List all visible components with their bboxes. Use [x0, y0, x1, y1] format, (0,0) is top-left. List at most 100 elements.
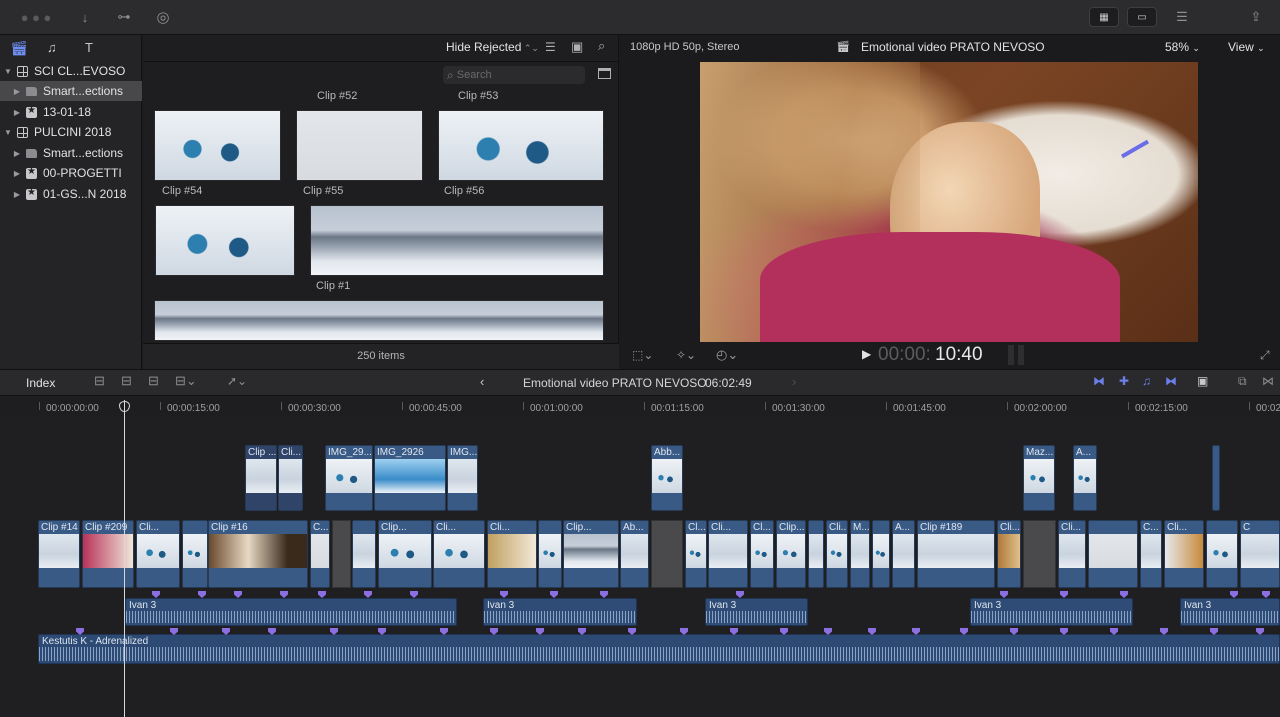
storyline-clip[interactable]: Ab... [620, 520, 649, 588]
storyline-clip[interactable]: Clip... [776, 520, 806, 588]
storyline-clip[interactable]: Cl... [750, 520, 774, 588]
overwrite-edit-icon[interactable]: ⊟⌄ [175, 373, 197, 389]
storyline-clip[interactable] [1088, 520, 1138, 588]
disclosure-closed-icon[interactable]: ▶ [12, 169, 22, 178]
storyline-clip[interactable]: Cli... [487, 520, 537, 588]
audio-clip[interactable]: Ivan 3 [483, 598, 637, 626]
marker[interactable] [198, 591, 206, 598]
storyline-clip[interactable]: Clip #189 [917, 520, 995, 588]
photos-audio-icon[interactable]: ♫ [47, 40, 67, 56]
gap-clip[interactable] [651, 520, 683, 588]
disclosure-open-icon[interactable]: ▼ [3, 128, 13, 137]
keyword-icon[interactable]: ⊶ [112, 7, 136, 27]
enhance-icon[interactable]: ✧⌄ [676, 348, 696, 362]
marker[interactable] [1000, 591, 1008, 598]
clip-filmstrip[interactable] [154, 300, 604, 341]
marker[interactable] [500, 591, 508, 598]
connected-clip[interactable]: Abb... [651, 445, 683, 511]
gap-clip[interactable] [332, 520, 351, 588]
traffic-lights[interactable]: ● ● ● [8, 7, 64, 27]
storyline-clip[interactable]: M... [850, 520, 870, 588]
connected-clip[interactable] [1212, 445, 1220, 511]
timeline-ruler[interactable]: 00:00:00:00 00:00:15:00 00:00:30:00 00:0… [0, 396, 1280, 416]
storyline-clip[interactable] [538, 520, 562, 588]
zoom-popup[interactable]: 58% ⌄ [1165, 40, 1200, 54]
storyline-clip[interactable]: Clip #16 [208, 520, 308, 588]
sidebar-item-01-gs[interactable]: ▶ 01-GS...N 2018 [0, 184, 142, 204]
storyline-clip[interactable]: Clip... [378, 520, 432, 588]
solo-icon[interactable]: ♫ [1142, 374, 1151, 388]
storyline-clip[interactable] [872, 520, 890, 588]
marker[interactable] [600, 591, 608, 598]
storyline-clip[interactable]: Cli... [433, 520, 485, 588]
connected-clip[interactable]: Maz... [1023, 445, 1055, 511]
list-view-icon[interactable]: ☰ [545, 40, 556, 54]
connected-clip[interactable]: IMG... [447, 445, 478, 511]
snapping-icon[interactable]: ⧓ [1165, 374, 1177, 388]
retime-icon[interactable]: ◴⌄ [716, 347, 738, 363]
connected-clip[interactable]: Clip ... [245, 445, 277, 511]
audio-clip[interactable]: Ivan 3 [125, 598, 457, 626]
storyline-clip[interactable]: Cli... [708, 520, 748, 588]
storyline-clip[interactable]: Clip #209 [82, 520, 134, 588]
storyline-clip[interactable]: Clip... [563, 520, 619, 588]
marker[interactable] [364, 591, 372, 598]
sidebar-item-smart-collections[interactable]: ▶ Smart...ections [0, 81, 142, 101]
background-tasks-icon[interactable]: ◎ [152, 7, 174, 27]
storyline-clip[interactable] [1206, 520, 1238, 588]
disclosure-closed-icon[interactable]: ▶ [12, 149, 22, 158]
sidebar-item-00-progetti[interactable]: ▶ 00-PROGETTI [0, 163, 142, 183]
storyline-clip[interactable]: Cli... [997, 520, 1021, 588]
marker[interactable] [1230, 591, 1238, 598]
marker[interactable] [280, 591, 288, 598]
filter-popup[interactable]: Hide Rejected ⌃⌄ [446, 40, 539, 54]
storyline-clip[interactable]: A... [892, 520, 915, 588]
music-clip[interactable]: Kestutis K - Adrenalized [38, 634, 1280, 664]
storyline-clip[interactable] [352, 520, 376, 588]
disclosure-open-icon[interactable]: ▼ [3, 67, 13, 76]
effects-browser-icon[interactable]: ⧉ [1238, 374, 1247, 389]
storyline-clip[interactable]: C... [310, 520, 330, 588]
clip-thumbnail[interactable] [154, 110, 281, 181]
sidebar-item-event-13-01-18[interactable]: ▶ 13-01-18 [0, 102, 142, 122]
import-icon[interactable]: ↓ [74, 7, 96, 27]
transitions-browser-icon[interactable]: ⋈ [1262, 374, 1274, 388]
connected-clip[interactable]: Cli... [278, 445, 303, 511]
append-edit-icon[interactable]: ⊟ [148, 373, 159, 389]
play-icon[interactable]: ▶ [862, 347, 871, 361]
storyline-clip[interactable]: Cli... [1058, 520, 1086, 588]
clip-thumbnail[interactable] [438, 110, 604, 181]
timeline-toggle-icon[interactable]: ▭ [1127, 7, 1157, 27]
skimming-icon[interactable]: ⧓ [1093, 374, 1105, 388]
clip-thumbnail[interactable] [296, 110, 423, 181]
transform-icon[interactable]: ⬚⌄ [632, 348, 653, 362]
gap-clip[interactable] [1023, 520, 1056, 588]
storyline-clip[interactable]: C [1240, 520, 1280, 588]
connect-edit-icon[interactable]: ⊟ [94, 373, 105, 389]
marker[interactable] [318, 591, 326, 598]
browser-toggle-icon[interactable]: ▦ [1089, 7, 1119, 27]
search-icon[interactable]: ⌕ [598, 38, 605, 54]
audio-clip[interactable]: Ivan 3 [705, 598, 808, 626]
audio-clip[interactable]: Ivan 3 [970, 598, 1133, 626]
forward-arrow-icon[interactable]: › [792, 374, 796, 389]
clip-filmstrip[interactable] [310, 205, 604, 276]
marker[interactable] [1262, 591, 1270, 598]
marker[interactable] [550, 591, 558, 598]
storyline-clip[interactable]: Cli... [1164, 520, 1204, 588]
storyline-clip[interactable]: C... [1140, 520, 1162, 588]
sidebar-item-smart-collections-2[interactable]: ▶ Smart...ections [0, 143, 142, 163]
clip-appearance-icon[interactable]: ▣ [1197, 374, 1208, 388]
disclosure-closed-icon[interactable]: ▶ [12, 108, 22, 117]
filmstrip-mode-icon[interactable] [598, 68, 611, 79]
marker[interactable] [736, 591, 744, 598]
connected-clip[interactable]: A... [1073, 445, 1097, 511]
index-button[interactable]: Index [26, 376, 55, 390]
share-icon[interactable]: ⇪ [1243, 7, 1269, 27]
storyline-clip[interactable]: Cl... [685, 520, 707, 588]
storyline-clip[interactable] [808, 520, 824, 588]
clip-thumbnail[interactable] [155, 205, 295, 276]
inspector-toggle-icon[interactable]: ☰ [1168, 7, 1196, 27]
marker[interactable] [1060, 591, 1068, 598]
view-menu[interactable]: View ⌄ [1228, 40, 1265, 54]
